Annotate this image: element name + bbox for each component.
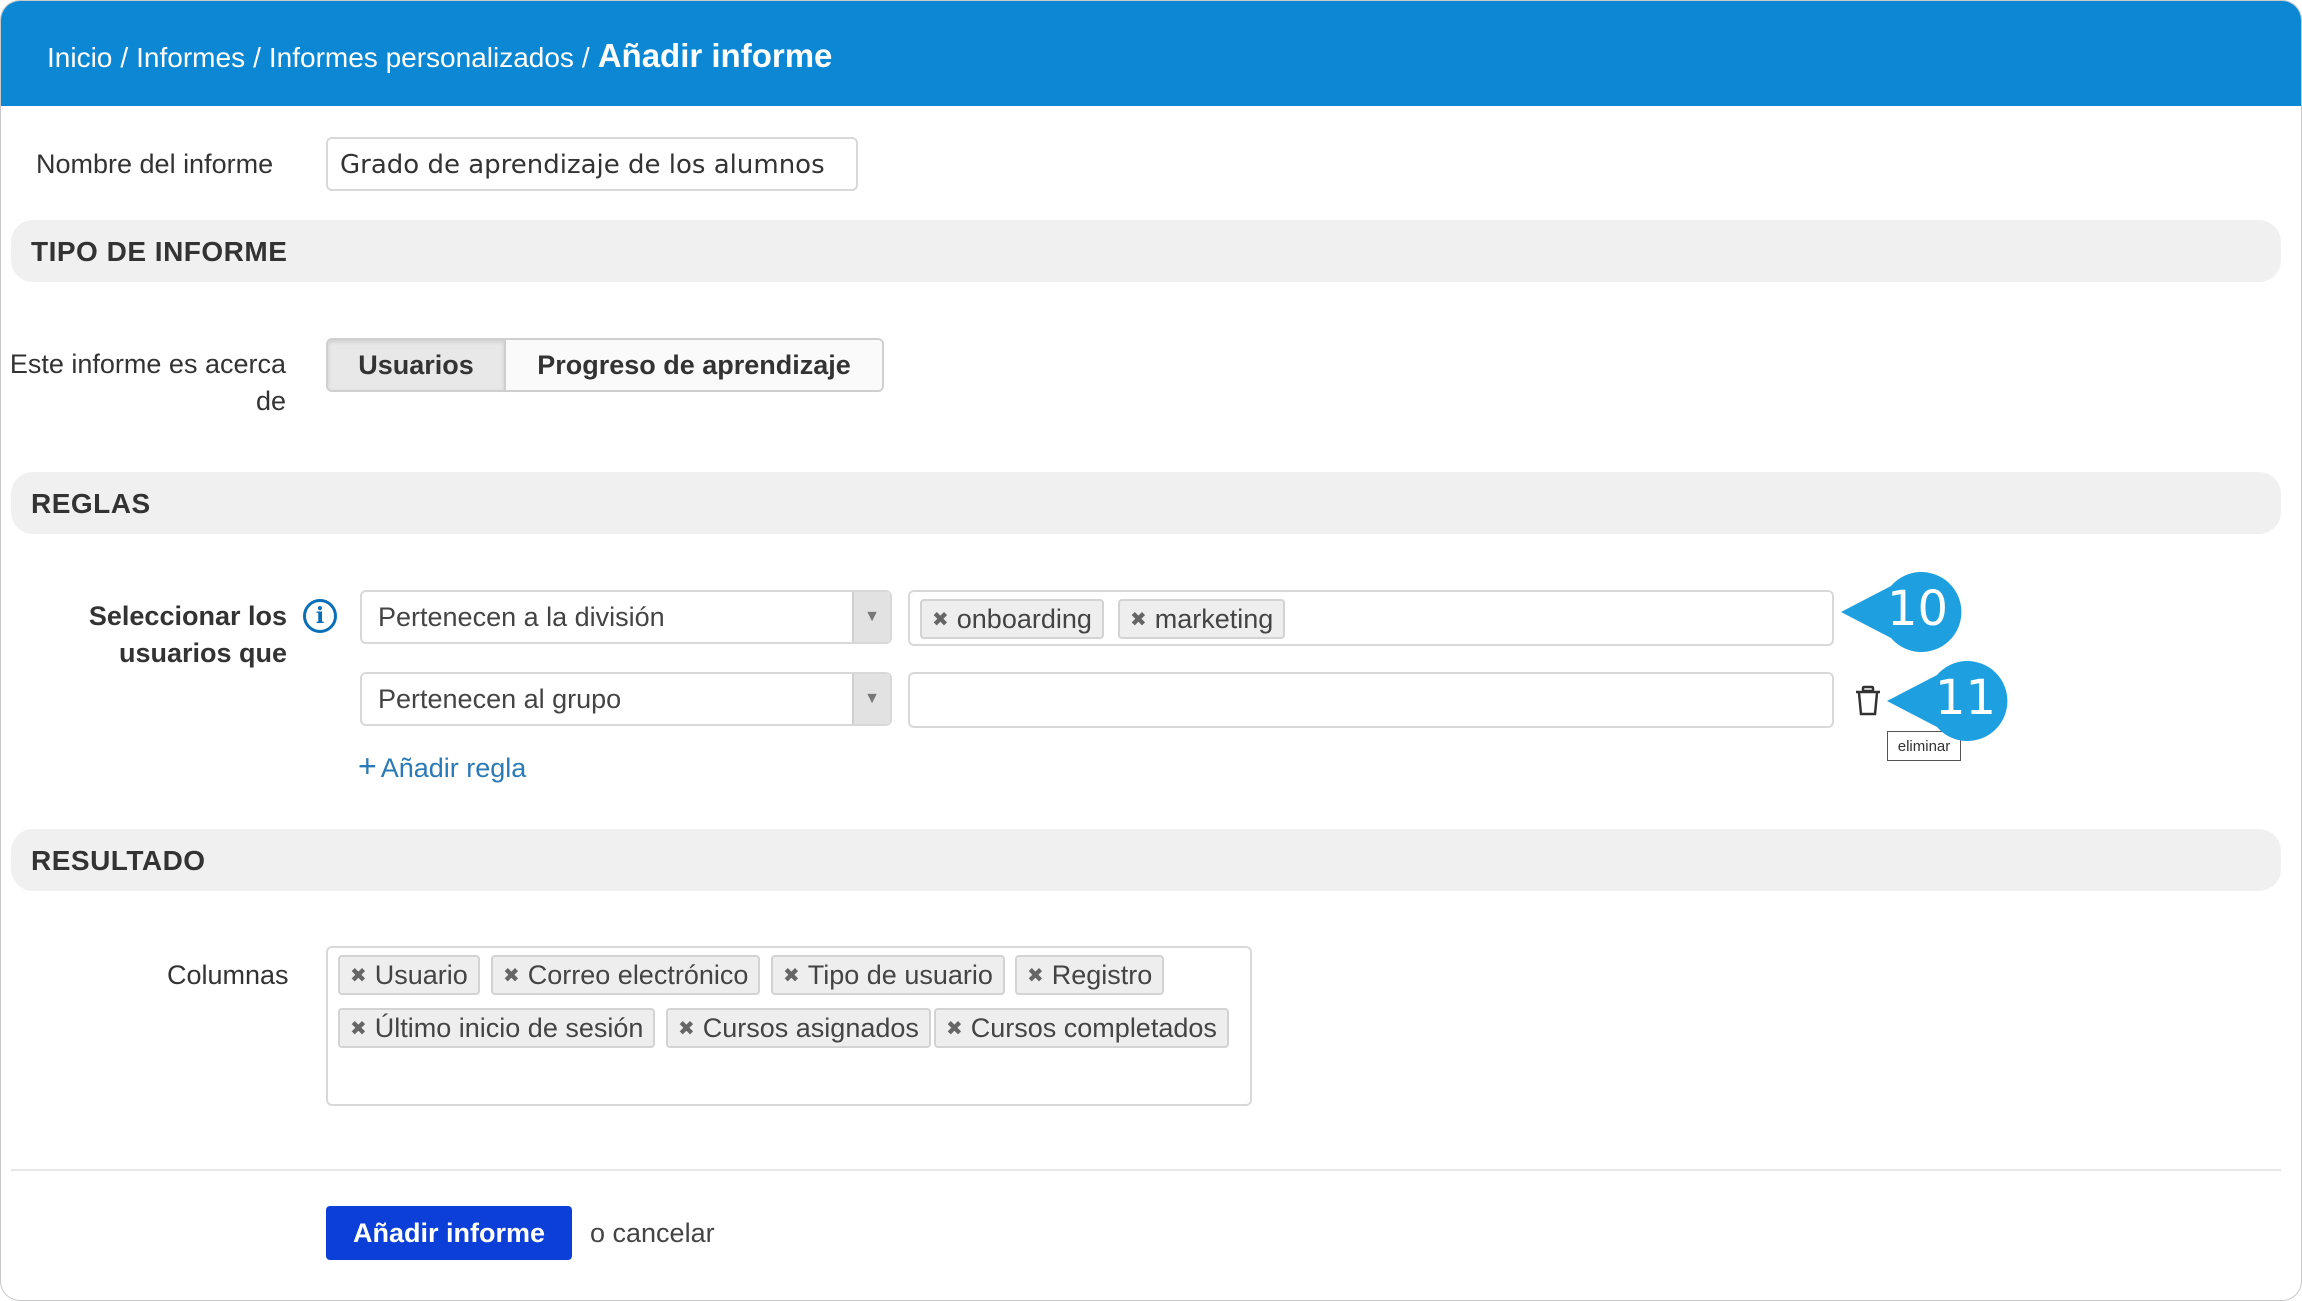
- tag-label: Cursos asignados: [702, 1012, 919, 1043]
- tag-chip: ✖ Tipo de usuario: [771, 955, 1005, 995]
- tag-label: Registro: [1051, 959, 1153, 990]
- tag-chip: ✖ onboarding: [920, 599, 1104, 639]
- breadcrumb-home[interactable]: Inicio: [47, 42, 112, 74]
- toggle-users[interactable]: Usuarios: [328, 340, 506, 390]
- remove-tag-icon[interactable]: ✖: [350, 963, 367, 988]
- report-type-toggle: Usuarios Progreso de aprendizaje: [326, 338, 884, 392]
- tag-chip: ✖ Último inicio de sesión: [338, 1008, 656, 1048]
- chevron-down-icon: ▼: [852, 674, 890, 724]
- remove-tag-icon[interactable]: ✖: [1027, 963, 1044, 988]
- rule-values-input-2[interactable]: [908, 672, 1834, 728]
- tag-chip: ✖ Registro: [1015, 955, 1165, 995]
- tag-label: Tipo de usuario: [807, 959, 993, 990]
- rules-label: Seleccionar los usuarios que: [51, 601, 287, 669]
- rules-label-line2: usuarios que: [118, 638, 287, 668]
- breadcrumb-separator: /: [581, 42, 590, 73]
- tag-label: marketing: [1154, 603, 1274, 634]
- remove-tag-icon[interactable]: ✖: [678, 1016, 695, 1041]
- section-title: REGLAS: [31, 488, 151, 519]
- report-name-label: Nombre del informe: [36, 149, 274, 179]
- breadcrumb-separator: /: [120, 42, 129, 73]
- remove-tag-icon[interactable]: ✖: [1130, 607, 1147, 632]
- tag-chip: ✖ Cursos asignados: [666, 1008, 931, 1048]
- add-report-button[interactable]: Añadir informe: [326, 1206, 572, 1260]
- tag-chip: ✖ Usuario: [338, 955, 480, 995]
- remove-tag-icon[interactable]: ✖: [503, 963, 520, 988]
- breadcrumb-separator: /: [253, 42, 261, 73]
- remove-tag-icon[interactable]: ✖: [946, 1016, 963, 1041]
- page-title: Añadir informe: [597, 37, 833, 74]
- toggle-learning-progress[interactable]: Progreso de aprendizaje: [506, 340, 882, 390]
- remove-tag-icon[interactable]: ✖: [350, 1016, 367, 1041]
- remove-tag-icon[interactable]: ✖: [783, 963, 800, 988]
- rule-condition-value: Pertenecen a la división: [378, 602, 665, 632]
- section-report-type: TIPO DE INFORME: [11, 220, 2281, 282]
- tag-label: Último inicio de sesión: [374, 1012, 644, 1043]
- plus-icon: +: [358, 748, 377, 784]
- section-title: TIPO DE INFORME: [31, 236, 288, 267]
- breadcrumb-reports[interactable]: Informes: [136, 42, 245, 74]
- report-about-label-line2: de: [255, 386, 286, 416]
- trash-icon[interactable]: [1853, 685, 1883, 717]
- tag-label: Correo electrónico: [527, 959, 749, 990]
- report-about-label: Este informe es acerca de: [1, 349, 286, 417]
- rules-label-line1: Seleccionar los: [88, 601, 287, 631]
- tag-label: Cursos completados: [970, 1012, 1217, 1043]
- add-rule-link[interactable]: + Añadir regla: [358, 748, 526, 785]
- section-title: RESULTADO: [31, 845, 206, 876]
- columns-label: Columnas: [167, 960, 289, 990]
- tag-label: Usuario: [374, 959, 468, 990]
- report-name-value: Grado de aprendizaje de los alumnos: [340, 150, 825, 180]
- breadcrumb-custom-reports[interactable]: Informes personalizados: [269, 42, 574, 74]
- section-result: RESULTADO: [11, 829, 2281, 891]
- page-header: Inicio / Informes / Informes personaliza…: [1, 1, 2301, 106]
- breadcrumb: Inicio / Informes / Informes personaliza…: [47, 37, 832, 75]
- rule-condition-value: Pertenecen al grupo: [378, 684, 622, 714]
- add-rule-label: Añadir regla: [380, 753, 527, 783]
- report-about-label-line1: Este informe es acerca: [9, 349, 286, 379]
- rule-condition-select-2[interactable]: Pertenecen al grupo ▼: [360, 672, 892, 726]
- cancel-link[interactable]: o cancelar: [590, 1218, 715, 1249]
- report-name-input[interactable]: Grado de aprendizaje de los alumnos: [326, 137, 858, 191]
- footer-divider: [11, 1169, 2281, 1171]
- callout-number: 11: [1935, 670, 1997, 726]
- tag-chip: ✖ Cursos completados: [934, 1008, 1229, 1048]
- callout-number: 10: [1887, 581, 1949, 637]
- tag-chip: ✖ marketing: [1118, 599, 1286, 639]
- columns-input[interactable]: ✖ Usuario ✖ Correo electrónico ✖ Tipo de…: [326, 946, 1252, 1106]
- info-icon[interactable]: i: [303, 599, 337, 633]
- remove-tag-icon[interactable]: ✖: [932, 607, 949, 632]
- tag-chip: ✖ Correo electrónico: [491, 955, 761, 995]
- page-frame: Inicio / Informes / Informes personaliza…: [0, 0, 2302, 1301]
- section-rules: REGLAS: [11, 472, 2281, 534]
- tag-label: onboarding: [956, 603, 1092, 634]
- rule-condition-select-1[interactable]: Pertenecen a la división ▼: [360, 590, 892, 644]
- rule-values-input-1[interactable]: ✖ onboarding ✖ marketing: [908, 590, 1834, 646]
- chevron-down-icon: ▼: [852, 592, 890, 642]
